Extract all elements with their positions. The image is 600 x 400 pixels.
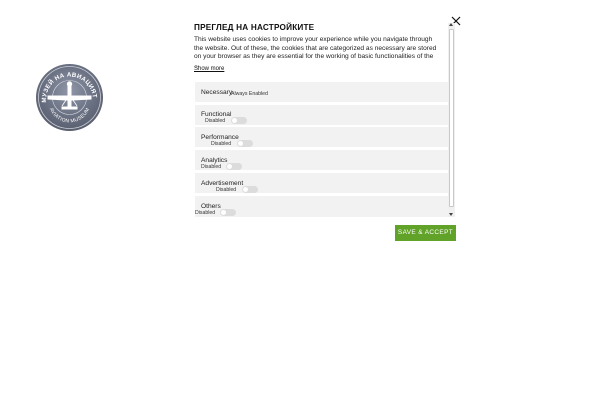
category-status: Disabled	[195, 210, 216, 216]
others-toggle[interactable]	[220, 209, 236, 216]
category-label: Advertisement	[201, 180, 244, 187]
category-advertisement[interactable]: Advertisement Disabled	[195, 173, 448, 193]
category-label: Performance	[201, 134, 239, 141]
category-status: Disabled	[201, 164, 222, 170]
category-label: Necessary	[201, 89, 233, 96]
category-status: Always Enabled	[231, 90, 268, 97]
analytics-toggle[interactable]	[226, 163, 242, 170]
functional-toggle[interactable]	[231, 117, 247, 124]
category-performance[interactable]: Performance Disabled	[195, 127, 448, 147]
scroll-down-icon[interactable]	[449, 213, 453, 216]
scrollbar-thumb[interactable]	[449, 29, 454, 207]
category-necessary[interactable]: Necessary Always Enabled	[195, 82, 448, 102]
scroll-up-icon[interactable]	[449, 23, 453, 26]
show-more-link[interactable]: Show more	[194, 66, 224, 72]
save-accept-button[interactable]: SAVE & ACCEPT	[395, 225, 456, 241]
category-label: Functional	[201, 111, 232, 118]
category-status: Disabled	[205, 118, 226, 124]
category-analytics[interactable]: Analytics Disabled	[195, 150, 448, 170]
modal-description: This website uses cookies to improve you…	[194, 36, 437, 69]
modal-scrollbar[interactable]	[448, 23, 455, 217]
category-others[interactable]: Others Disabled	[195, 196, 448, 217]
performance-toggle[interactable]	[237, 140, 253, 147]
category-status: Disabled	[211, 141, 232, 147]
museum-logo: МУЗЕЙ НА АВИАЦИЯТА AVIATION MUSEUM	[36, 64, 103, 131]
svg-text:AVIATION MUSEUM: AVIATION MUSEUM	[48, 107, 91, 125]
advertisement-toggle[interactable]	[242, 186, 258, 193]
category-status: Disabled	[216, 187, 237, 193]
modal-title: ПРЕГЛЕД НА НАСТРОЙКИТЕ	[194, 23, 315, 32]
category-label: Analytics	[201, 157, 228, 164]
category-functional[interactable]: Functional Disabled	[195, 105, 448, 125]
airplane-icon: МУЗЕЙ НА АВИАЦИЯТА AVIATION MUSEUM	[36, 64, 101, 129]
page: МУЗЕЙ НА АВИАЦИЯТА AVIATION MUSEUM ПРЕГЛ…	[0, 0, 600, 400]
category-label: Others	[201, 203, 221, 210]
